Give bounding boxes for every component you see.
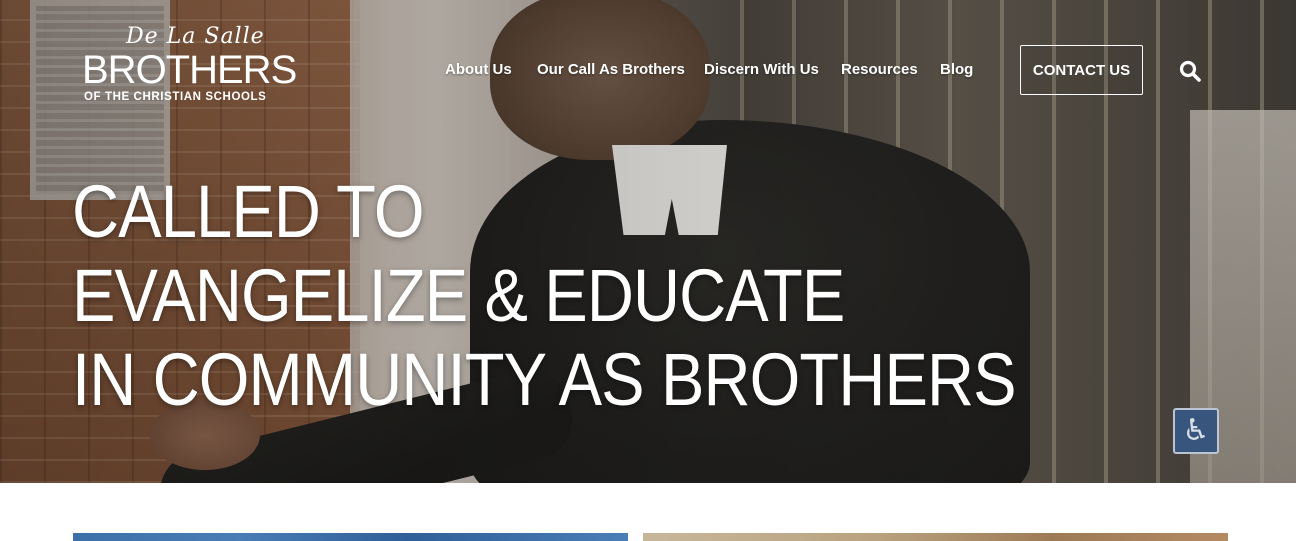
contact-us-button[interactable]: CONTACT US — [1020, 45, 1143, 95]
feature-card-left[interactable] — [73, 533, 628, 541]
search-button[interactable] — [1176, 57, 1204, 85]
hero-headline-line-1: CALLED TO — [72, 170, 424, 253]
search-icon — [1179, 60, 1201, 82]
logo-main-text: BROTHERS — [82, 48, 297, 92]
nav-item-discern-with-us[interactable]: Discern With Us — [704, 60, 819, 80]
logo-sub-text: OF THE CHRISTIAN SCHOOLS — [84, 91, 267, 103]
nav-item-blog[interactable]: Blog — [940, 60, 973, 80]
nav-item-our-call-as-brothers[interactable]: Our Call As Brothers — [537, 60, 685, 80]
nav-item-about-us[interactable]: About Us — [445, 60, 512, 80]
hero-headline-line-3: IN COMMUNITY AS BROTHERS — [72, 338, 1017, 421]
feature-card-right[interactable] — [643, 533, 1228, 541]
nav-item-resources[interactable]: Resources — [841, 60, 918, 80]
hero-headline: CALLED TO EVANGELIZE & EDUCATE IN COMMUN… — [72, 170, 1017, 422]
hero-headline-line-2: EVANGELIZE & EDUCATE — [72, 254, 845, 337]
logo-script-text: De La Salle — [126, 24, 265, 49]
site-logo[interactable]: De La Salle BROTHERS OF THE CHRISTIAN SC… — [82, 24, 302, 106]
